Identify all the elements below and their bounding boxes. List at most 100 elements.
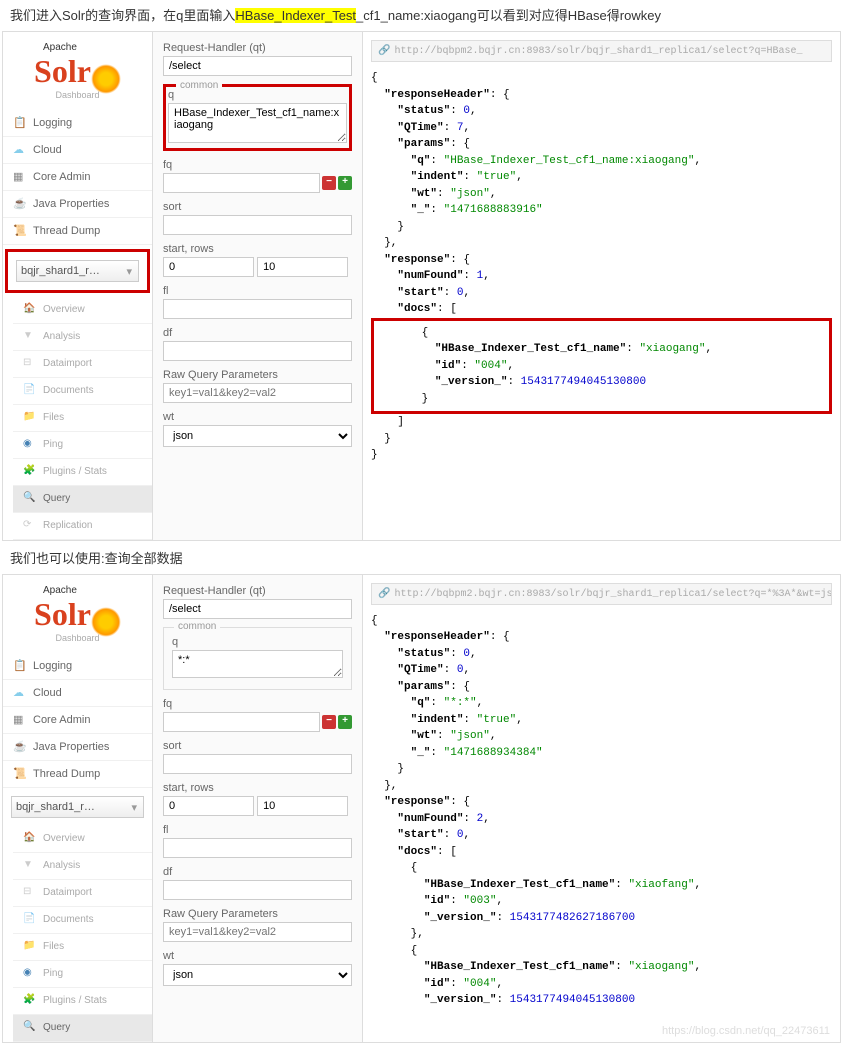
common-legend: common <box>174 621 220 632</box>
plugin-icon: 🧩 <box>23 994 37 1008</box>
subnav-plugins[interactable]: 🧩Plugins / Stats <box>13 459 152 486</box>
fq-input[interactable] <box>163 712 320 732</box>
subnav-dataimport[interactable]: ⊟Dataimport <box>13 351 152 378</box>
ping-icon: ◉ <box>23 438 37 452</box>
url-bar[interactable]: 🔗http://bqbpm2.bqjr.cn:8983/solr/bqjr_sh… <box>371 583 832 605</box>
core-selector[interactable]: bqjr_shard1_r… <box>11 796 144 818</box>
db-icon: ⊟ <box>23 357 37 371</box>
rows-input[interactable] <box>257 257 348 277</box>
nav-core-admin[interactable]: ▦Core Admin <box>3 707 152 734</box>
nav-cloud[interactable]: ☁Cloud <box>3 680 152 707</box>
funnel-icon: ▼ <box>23 330 37 344</box>
gear-icon: ▦ <box>13 170 27 184</box>
subnav-documents[interactable]: 📄Documents <box>13 378 152 405</box>
query-form: Request-Handler (qt) common q HBase_Inde… <box>153 32 363 540</box>
result-doc-highlight: { "HBase_Indexer_Test_cf1_name": "xiaoga… <box>371 318 832 415</box>
q-input[interactable]: *:* <box>172 650 343 678</box>
q-input[interactable]: HBase_Indexer_Test_cf1_name:xiaogang <box>168 103 347 143</box>
subnav-documents[interactable]: 📄Documents <box>13 907 152 934</box>
doc-icon: 📄 <box>23 384 37 398</box>
start-input[interactable] <box>163 796 254 816</box>
sort-label: sort <box>163 740 352 752</box>
subnav-ping[interactable]: ◉Ping <box>13 961 152 988</box>
q-label: q <box>172 636 343 648</box>
clipboard-icon: 📋 <box>13 116 27 130</box>
fq-add-button[interactable]: + <box>338 715 352 729</box>
start-input[interactable] <box>163 257 254 277</box>
nav-thread-dump[interactable]: 📜Thread Dump <box>3 218 152 245</box>
fq-add-button[interactable]: + <box>338 176 352 190</box>
nav-core-admin[interactable]: ▦Core Admin <box>3 164 152 191</box>
intro-text-2: 我们也可以使用:查询全部数据 <box>0 543 843 572</box>
replication-icon: ⟳ <box>23 519 37 533</box>
db-icon: ⊟ <box>23 886 37 900</box>
wt-select[interactable]: json <box>163 964 352 986</box>
doc-icon: 📄 <box>23 913 37 927</box>
fq-remove-button[interactable]: − <box>322 176 336 190</box>
nav-logging[interactable]: 📋Logging <box>3 653 152 680</box>
folder-icon: 📁 <box>23 411 37 425</box>
logo: Apache Solr Dashboard <box>3 32 152 110</box>
subnav-overview[interactable]: 🏠Overview <box>13 826 152 853</box>
home-icon: 🏠 <box>23 303 37 317</box>
rh-input[interactable] <box>163 599 352 619</box>
solr-panel-2: Apache Solr Dashboard 📋Logging ☁Cloud ▦C… <box>2 574 841 1043</box>
sort-input[interactable] <box>163 215 352 235</box>
subnav-ping[interactable]: ◉Ping <box>13 432 152 459</box>
fl-input[interactable] <box>163 838 352 858</box>
sidebar: Apache Solr Dashboard 📋Logging ☁Cloud ▦C… <box>3 575 153 1042</box>
sort-input[interactable] <box>163 754 352 774</box>
search-icon: 🔍 <box>23 1021 37 1035</box>
subnav-files[interactable]: 📁Files <box>13 405 152 432</box>
plugin-icon: 🧩 <box>23 465 37 479</box>
fl-label: fl <box>163 824 352 836</box>
cloud-icon: ☁ <box>13 143 27 157</box>
nav-java-props[interactable]: ☕Java Properties <box>3 734 152 761</box>
fq-input[interactable] <box>163 173 320 193</box>
fq-remove-button[interactable]: − <box>322 715 336 729</box>
url-bar[interactable]: 🔗http://bqbpm2.bqjr.cn:8983/solr/bqjr_sh… <box>371 40 832 62</box>
nav-cloud[interactable]: ☁Cloud <box>3 137 152 164</box>
search-icon: 🔍 <box>23 492 37 506</box>
df-input[interactable] <box>163 341 352 361</box>
result-area: 🔗http://bqbpm2.bqjr.cn:8983/solr/bqjr_sh… <box>363 575 840 1042</box>
rh-label: Request-Handler (qt) <box>163 42 352 54</box>
nav-java-props[interactable]: ☕Java Properties <box>3 191 152 218</box>
thread-icon: 📜 <box>13 224 27 238</box>
subnav-analysis[interactable]: ▼Analysis <box>13 853 152 880</box>
cloud-icon: ☁ <box>13 686 27 700</box>
start-rows-label: start, rows <box>163 782 352 794</box>
nav-logging[interactable]: 📋Logging <box>3 110 152 137</box>
json-response: { "responseHeader": { "status": 0, "QTim… <box>371 70 832 464</box>
start-rows-label: start, rows <box>163 243 352 255</box>
wt-select[interactable]: json <box>163 425 352 447</box>
subnav-analysis[interactable]: ▼Analysis <box>13 324 152 351</box>
common-legend: common <box>176 80 222 91</box>
rows-input[interactable] <box>257 796 348 816</box>
core-selector[interactable]: bqjr_shard1_r… <box>16 260 139 282</box>
fl-input[interactable] <box>163 299 352 319</box>
df-input[interactable] <box>163 880 352 900</box>
wt-label: wt <box>163 950 352 962</box>
raw-input[interactable] <box>163 383 352 403</box>
result-area: 🔗http://bqbpm2.bqjr.cn:8983/solr/bqjr_sh… <box>363 32 840 540</box>
subnav-replication[interactable]: ⟳Replication <box>13 513 152 540</box>
df-label: df <box>163 327 352 339</box>
subnav-query[interactable]: 🔍Query <box>13 486 152 513</box>
subnav-query[interactable]: 🔍Query <box>13 1015 152 1042</box>
sidebar: Apache Solr Dashboard 📋Logging ☁Cloud ▦C… <box>3 32 153 540</box>
sun-icon <box>91 64 121 94</box>
folder-icon: 📁 <box>23 940 37 954</box>
sort-label: sort <box>163 201 352 213</box>
subnav-plugins[interactable]: 🧩Plugins / Stats <box>13 988 152 1015</box>
nav-thread-dump[interactable]: 📜Thread Dump <box>3 761 152 788</box>
link-icon: 🔗 <box>378 46 390 57</box>
rh-input[interactable] <box>163 56 352 76</box>
sun-icon <box>91 607 121 637</box>
link-icon: 🔗 <box>378 589 390 600</box>
fl-label: fl <box>163 285 352 297</box>
raw-input[interactable] <box>163 922 352 942</box>
subnav-overview[interactable]: 🏠Overview <box>13 297 152 324</box>
subnav-dataimport[interactable]: ⊟Dataimport <box>13 880 152 907</box>
highlight-text: HBase_Indexer_Test <box>235 8 356 23</box>
